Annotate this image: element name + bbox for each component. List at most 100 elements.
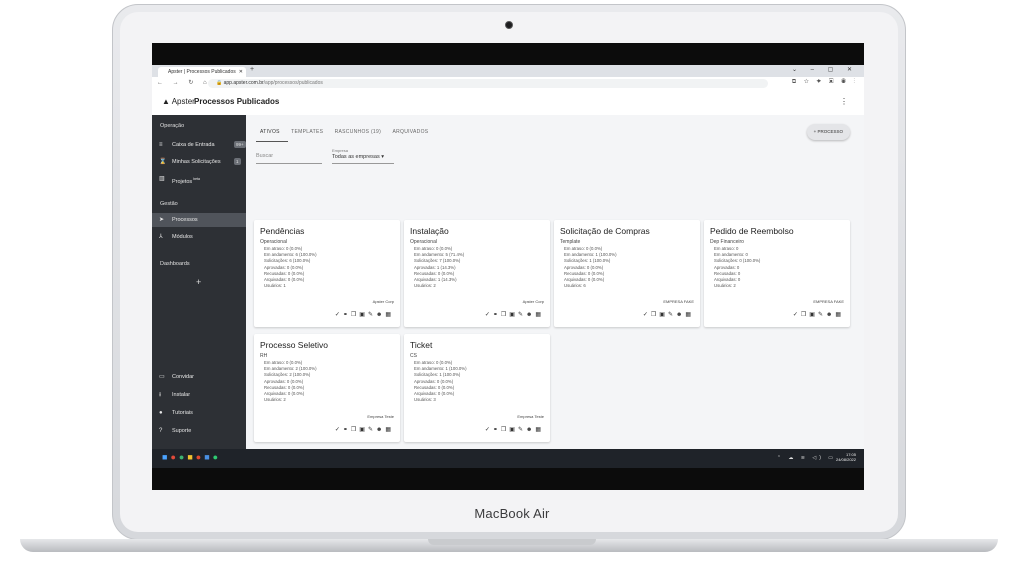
archive-icon[interactable]: ▣ <box>359 312 368 318</box>
card-stat: Solicitações: 1 (100.0%) <box>414 372 461 378</box>
publish-icon[interactable]: ✓ <box>485 312 493 318</box>
taskbar-clock[interactable]: 17:05 24/08/2022 <box>836 452 856 462</box>
card-stat: Solicitações: 1 (100.0%) <box>564 258 611 264</box>
sidebar: Operação ≡ Caixa de Entrada 99+ ⌛ Minhas… <box>152 115 246 449</box>
sidebar-item-minhas-solicitacoes[interactable]: ⌛ Minhas Solicitações 1 <box>152 155 246 169</box>
users-icon[interactable]: ☻ <box>526 312 535 318</box>
nav-buttons[interactable]: ← → ↻ ⌂ <box>157 79 211 86</box>
browser-tab[interactable]: Apster | Processos Publicados ✕ <box>158 67 246 77</box>
report-icon[interactable]: ▦ <box>535 312 544 318</box>
empresa-value: Todas as empresas <box>332 154 380 160</box>
tab-rascunhos[interactable]: RASCUNHOS (19) <box>335 129 381 135</box>
process-card[interactable]: Pendências Operacional Em atraso: 0 (0.0%)… <box>254 220 400 327</box>
users-icon[interactable]: ☻ <box>376 312 385 318</box>
empresa-label: Empresa <box>332 148 349 153</box>
edit-icon[interactable]: ✎ <box>518 312 526 318</box>
users-icon[interactable]: ☻ <box>676 312 685 318</box>
edit-icon[interactable]: ✎ <box>368 427 376 433</box>
hourglass-icon: ⌛ <box>159 159 167 165</box>
process-card[interactable]: Solicitação de Compras Template Em atraso:… <box>554 220 700 327</box>
modules-icon: ⅄ <box>159 234 163 240</box>
main-content: ATIVOS TEMPLATES RASCUNHOS (19) ARQUIVAD… <box>246 115 864 449</box>
link-icon[interactable]: ⚭ <box>343 312 351 318</box>
edit-icon[interactable]: ✎ <box>368 312 376 318</box>
sidebar-section-operacao: Operação <box>160 123 185 129</box>
card-stat: Usuários: 1 <box>264 283 286 289</box>
sidebar-item-modulos[interactable]: ⅄ Módulos <box>152 230 246 244</box>
card-company: Apster Corp <box>372 299 394 304</box>
process-card[interactable]: Pedido de Reembolso Dep Financeiro Em atra… <box>704 220 850 327</box>
edit-icon[interactable]: ✎ <box>818 312 826 318</box>
card-stat: Solicitações: 2 (100.0%) <box>264 372 311 378</box>
window-controls[interactable]: ⌄ – ▢ ✕ <box>792 66 858 73</box>
apster-logo[interactable]: ▲ Apster <box>162 97 195 106</box>
report-icon[interactable]: ▦ <box>385 427 394 433</box>
url-field[interactable]: 🔒 app.apster.com.br/app/processos/public… <box>208 79 768 88</box>
users-icon[interactable]: ☻ <box>526 427 535 433</box>
close-tab-icon[interactable]: ✕ <box>239 67 243 77</box>
tab-templates[interactable]: TEMPLATES <box>291 129 323 135</box>
sidebar-item-label: Instalar <box>172 392 191 398</box>
new-tab-icon[interactable]: + <box>250 66 254 73</box>
link-icon[interactable]: ⚭ <box>493 427 501 433</box>
users-icon[interactable]: ☻ <box>376 427 385 433</box>
tab-ativos[interactable]: ATIVOS <box>260 129 280 135</box>
publish-icon[interactable]: ✓ <box>485 427 493 433</box>
system-tray[interactable]: ⌃ ☁ ≋ ◁) ▭ <box>777 455 836 461</box>
process-card[interactable]: Ticket CS Em atraso: 0 (0.0%) Em andamento:… <box>404 334 550 442</box>
card-company: Empresa Teste <box>367 414 394 419</box>
sidebar-item-label: Processos <box>172 217 198 223</box>
archive-icon[interactable]: ▣ <box>659 312 668 318</box>
card-stats: Em atraso: 0 (0.0%) Em andamento: 2 (100.… <box>264 360 317 403</box>
sidebar-item-processos[interactable]: ➤ Processos <box>152 213 246 227</box>
windows-taskbar: ■●●■●■● ⌃ ☁ ≋ ◁) ▭ 17:05 24/08/2022 <box>152 449 864 468</box>
publish-icon[interactable]: ✓ <box>793 312 801 318</box>
card-title: Pedido de Reembolso <box>710 226 794 236</box>
invite-icon: ▭ <box>159 374 165 380</box>
camera-icon <box>505 21 513 29</box>
sidebar-item-instalar[interactable]: ⭳ Instalar <box>152 388 246 402</box>
report-icon[interactable]: ▦ <box>385 312 394 318</box>
edit-icon[interactable]: ✎ <box>668 312 676 318</box>
extension-icons[interactable]: ⧉ ☆ ✦ ▣ ◉ ⋮ <box>792 79 858 86</box>
sidebar-item-suporte[interactable]: ? Suporte <box>152 424 246 438</box>
archive-icon[interactable]: ▣ <box>809 312 818 318</box>
sidebar-item-label: Caixa de Entrada <box>172 142 215 148</box>
sidebar-item-label: Tutoriais <box>172 410 193 416</box>
archive-icon[interactable]: ▣ <box>509 427 518 433</box>
report-icon[interactable]: ▦ <box>685 312 694 318</box>
sidebar-item-projetos[interactable]: ▥ Projetosbeta <box>152 172 246 186</box>
card-title: Ticket <box>410 340 433 350</box>
new-process-button[interactable]: + PROCESSO <box>806 124 850 140</box>
active-tab-indicator <box>256 141 288 143</box>
download-icon: ⭳ <box>159 392 162 398</box>
report-icon[interactable]: ▦ <box>535 427 544 433</box>
card-stat: Usuários: 2 <box>714 283 736 289</box>
link-icon[interactable]: ⚭ <box>343 427 351 433</box>
link-icon[interactable]: ⚭ <box>493 312 501 318</box>
sidebar-item-caixa-de-entrada[interactable]: ≡ Caixa de Entrada 99+ <box>152 138 246 152</box>
laptop-notch <box>428 539 596 545</box>
archive-icon[interactable]: ▣ <box>509 312 518 318</box>
more-options-icon[interactable]: ⋮ <box>840 97 848 106</box>
card-stats: Em atraso: 0 (0.0%) Em andamento: 1 (100.… <box>564 246 617 289</box>
edit-icon[interactable]: ✎ <box>518 427 526 433</box>
taskbar-apps[interactable]: ■●●■●■● <box>162 452 221 462</box>
process-card[interactable]: Instalação Operacional Em atraso: 0 (0.0%)… <box>404 220 550 327</box>
publish-icon[interactable]: ✓ <box>335 427 343 433</box>
tab-arquivados[interactable]: ARQUIVADOS <box>392 129 428 135</box>
card-company: Empresa Teste <box>517 414 544 419</box>
empresa-select[interactable]: Todas as empresas ▾ <box>332 154 394 164</box>
report-icon[interactable]: ▦ <box>835 312 844 318</box>
card-stat: Solicitações: 7 (100.0%) <box>414 258 461 264</box>
card-subtitle: Template <box>560 239 581 245</box>
publish-icon[interactable]: ✓ <box>335 312 343 318</box>
archive-icon[interactable]: ▣ <box>359 427 368 433</box>
publish-icon[interactable]: ✓ <box>643 312 651 318</box>
search-input[interactable]: Buscar <box>256 153 322 164</box>
add-dashboard-icon[interactable]: + <box>196 277 201 287</box>
process-card[interactable]: Processo Seletivo RH Em atraso: 0 (0.0%) Em… <box>254 334 400 442</box>
users-icon[interactable]: ☻ <box>826 312 835 318</box>
sidebar-item-convidar[interactable]: ▭ Convidar <box>152 370 246 384</box>
sidebar-item-tutoriais[interactable]: ● Tutoriais <box>152 406 246 420</box>
